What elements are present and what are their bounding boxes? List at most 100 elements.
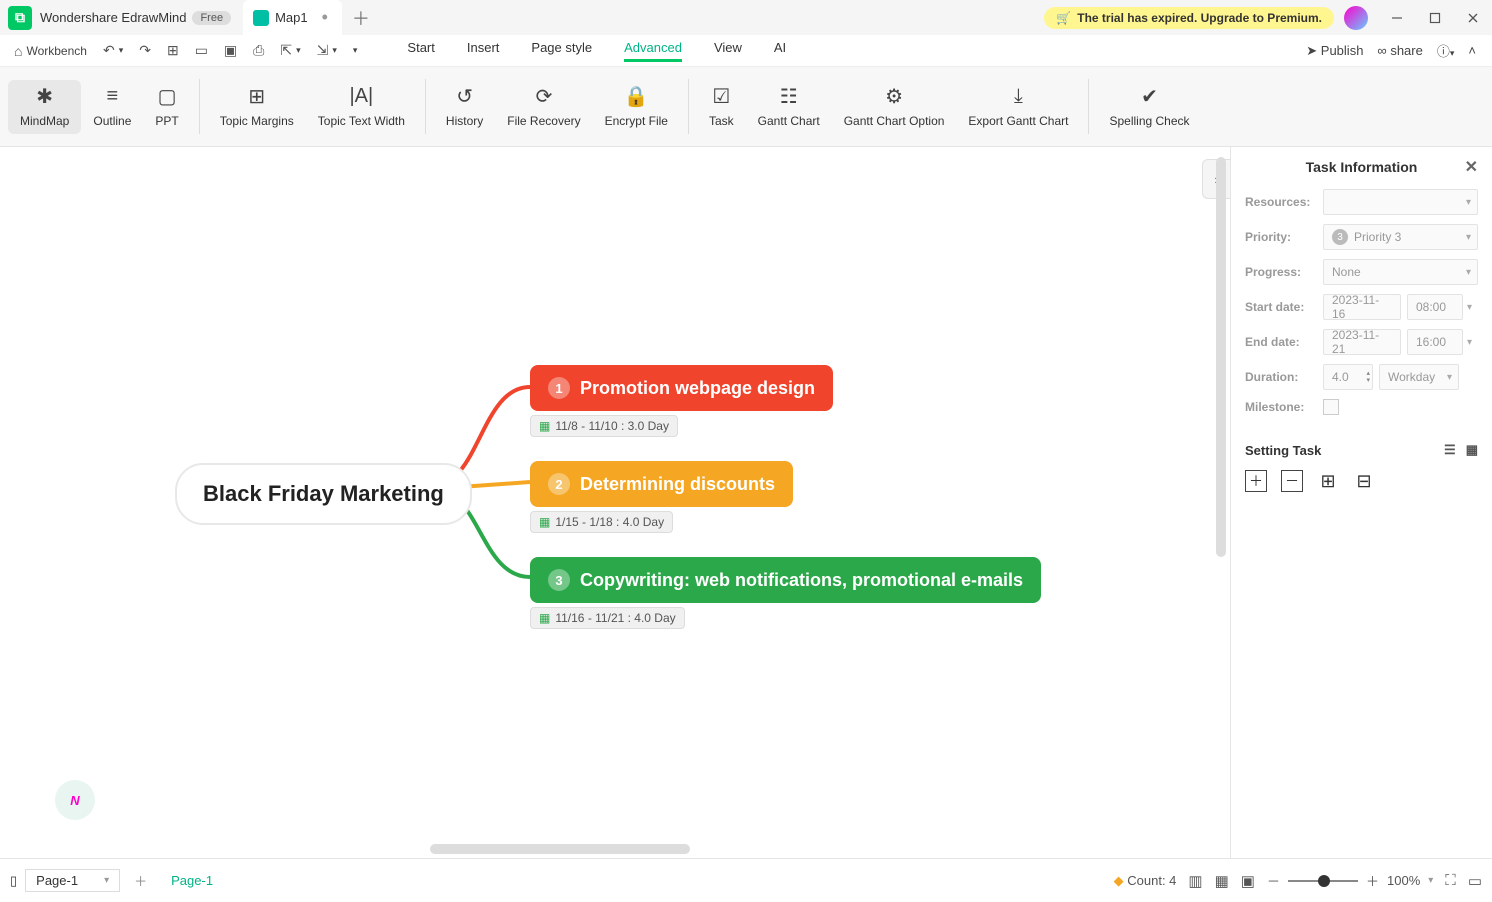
horizontal-scrollbar[interactable]: [430, 844, 690, 854]
grid-icon[interactable]: ▦: [1466, 442, 1478, 458]
layout3-icon[interactable]: ▣: [1241, 872, 1255, 890]
list-icon[interactable]: ☰: [1444, 442, 1456, 458]
zoom-out-button[interactable]: －: [1267, 871, 1280, 890]
share-button[interactable]: ⇲▾: [311, 39, 343, 62]
priority-select[interactable]: 3Priority 3▾: [1323, 224, 1478, 250]
node-3[interactable]: 3Copywriting: web notifications, promoti…: [530, 557, 1041, 603]
chevron-down-icon[interactable]: ▾: [1467, 337, 1472, 348]
page-tab[interactable]: Page-1: [171, 873, 213, 888]
calendar-icon: ▦: [539, 611, 550, 625]
zoom-in-button[interactable]: ＋: [1366, 871, 1379, 890]
chevron-down-icon[interactable]: ▾: [1467, 302, 1472, 313]
fullscreen-button[interactable]: ⛶: [1445, 872, 1456, 889]
title-bar: ⧉ Wondershare EdrawMind Free Map1 • ＋ 🛒 …: [0, 0, 1492, 35]
duration-input[interactable]: 4.0▴▾: [1323, 364, 1373, 390]
menu-ai[interactable]: AI: [774, 40, 786, 62]
layout1-icon[interactable]: ▥: [1188, 872, 1202, 890]
progress-label: Progress:: [1245, 265, 1323, 279]
help-button[interactable]: ⓘ▾: [1437, 41, 1455, 60]
task-button[interactable]: ☑Task: [697, 80, 746, 134]
priority-badge-icon: 3: [1332, 229, 1348, 245]
grid-remove-button[interactable]: ⊟: [1353, 470, 1375, 492]
spelling-check-button[interactable]: ✔Spelling Check: [1097, 80, 1201, 134]
zoom-thumb[interactable]: [1318, 875, 1330, 887]
node-2[interactable]: 2Determining discounts: [530, 461, 793, 507]
node-1[interactable]: 1Promotion webpage design: [530, 365, 833, 411]
add-task-button[interactable]: ＋: [1245, 470, 1267, 492]
gantt-chart-button[interactable]: ☷Gantt Chart: [746, 80, 832, 134]
milestone-checkbox[interactable]: [1323, 399, 1339, 415]
tab-dirty-indicator[interactable]: •: [322, 7, 328, 28]
progress-select[interactable]: None▾: [1323, 259, 1478, 285]
file-recovery-button[interactable]: ⟳File Recovery: [495, 80, 592, 134]
menu-advanced[interactable]: Advanced: [624, 40, 682, 62]
resources-select[interactable]: ▾: [1323, 189, 1478, 215]
print-button[interactable]: ⎙: [247, 39, 270, 62]
spinner-icon[interactable]: ▴▾: [1366, 370, 1370, 384]
encrypt-file-button[interactable]: 🔒Encrypt File: [593, 80, 680, 134]
add-page-button[interactable]: ＋: [134, 871, 147, 890]
chevron-down-icon[interactable]: ▾: [1428, 875, 1433, 886]
header-actions: ➤ Publish ∞ share ⓘ▾ ˄: [1306, 41, 1476, 60]
resources-label: Resources:: [1245, 195, 1323, 209]
export-gantt-button[interactable]: ⤓Export Gantt Chart: [956, 80, 1080, 134]
start-time-input[interactable]: 08:00: [1407, 294, 1463, 320]
trial-banner[interactable]: 🛒 The trial has expired. Upgrade to Prem…: [1044, 7, 1334, 29]
export-icon: ⇱: [280, 42, 292, 59]
close-button[interactable]: [1454, 0, 1492, 35]
zoom-slider[interactable]: [1288, 880, 1358, 882]
export-button[interactable]: ⇱▾: [274, 39, 306, 62]
new-button[interactable]: ⊞: [161, 39, 185, 62]
mindmap-view-button[interactable]: ✱MindMap: [8, 80, 81, 134]
end-time-input[interactable]: 16:00: [1407, 329, 1463, 355]
redo-button[interactable]: ↷: [133, 39, 157, 62]
date-tag-1[interactable]: ▦11/8 - 11/10 : 3.0 Day: [530, 415, 678, 437]
menu-insert[interactable]: Insert: [467, 40, 500, 62]
layout2-icon[interactable]: ▦: [1215, 872, 1229, 890]
lock-icon: 🔒: [624, 86, 649, 108]
panel-close-button[interactable]: ✕: [1465, 157, 1478, 177]
outline-view-button[interactable]: ≡Outline: [81, 80, 143, 134]
menu-view[interactable]: View: [714, 40, 742, 62]
outline-toggle-icon[interactable]: ▯: [10, 873, 17, 889]
vertical-scrollbar[interactable]: [1216, 157, 1226, 557]
central-topic[interactable]: Black Friday Marketing: [175, 463, 472, 525]
open-button[interactable]: ▭: [189, 39, 214, 62]
duration-unit-select[interactable]: Workday▾: [1379, 364, 1459, 390]
date-tag-3[interactable]: ▦11/16 - 11/21 : 4.0 Day: [530, 607, 685, 629]
app-name: Wondershare EdrawMind: [40, 10, 186, 25]
start-date-input[interactable]: 2023-11-16: [1323, 294, 1401, 320]
save-button[interactable]: ▣: [218, 39, 243, 62]
more-button[interactable]: ▾: [347, 42, 364, 59]
document-tab[interactable]: Map1 •: [243, 0, 342, 35]
collapse-ribbon-button[interactable]: ˄: [1468, 43, 1476, 58]
text-width-icon: |A|: [349, 86, 373, 108]
end-date-input[interactable]: 2023-11-21: [1323, 329, 1401, 355]
gantt-option-button[interactable]: ⚙Gantt Chart Option: [832, 80, 957, 134]
quick-access-bar: ⌂Workbench ↶▾ ↷ ⊞ ▭ ▣ ⎙ ⇱▾ ⇲▾ ▾ Start In…: [0, 35, 1492, 67]
history-button[interactable]: ↺History: [434, 80, 495, 134]
ai-logo-icon[interactable]: N: [55, 780, 95, 820]
fit-button[interactable]: ▭: [1468, 872, 1482, 890]
undo-button[interactable]: ↶▾: [97, 39, 129, 62]
minimize-button[interactable]: [1378, 0, 1416, 35]
menu-page-style[interactable]: Page style: [531, 40, 592, 62]
canvas[interactable]: Black Friday Marketing 1Promotion webpag…: [0, 147, 1230, 858]
topic-text-width-button[interactable]: |A|Topic Text Width: [306, 80, 417, 134]
status-bar: ▯ Page-1▾ ＋ Page-1 ◆ Count: 4 ▥ ▦ ▣ － ＋ …: [0, 858, 1492, 902]
workspace: Black Friday Marketing 1Promotion webpag…: [0, 147, 1492, 858]
date-tag-2[interactable]: ▦1/15 - 1/18 : 4.0 Day: [530, 511, 673, 533]
share-link-button[interactable]: ∞ share: [1377, 43, 1422, 58]
topic-margins-button[interactable]: ⊞Topic Margins: [208, 80, 306, 134]
menu-start[interactable]: Start: [407, 40, 434, 62]
publish-button[interactable]: ➤ Publish: [1306, 43, 1363, 59]
link-icon: ∞: [1377, 43, 1386, 58]
grid-add-button[interactable]: ⊞: [1317, 470, 1339, 492]
workbench-button[interactable]: ⌂Workbench: [8, 40, 93, 62]
user-avatar[interactable]: [1344, 6, 1368, 30]
page-selector[interactable]: Page-1▾: [25, 869, 120, 892]
ppt-view-button[interactable]: ▢PPT: [143, 80, 190, 134]
remove-task-button[interactable]: －: [1281, 470, 1303, 492]
maximize-button[interactable]: [1416, 0, 1454, 35]
add-tab-button[interactable]: ＋: [352, 5, 370, 31]
